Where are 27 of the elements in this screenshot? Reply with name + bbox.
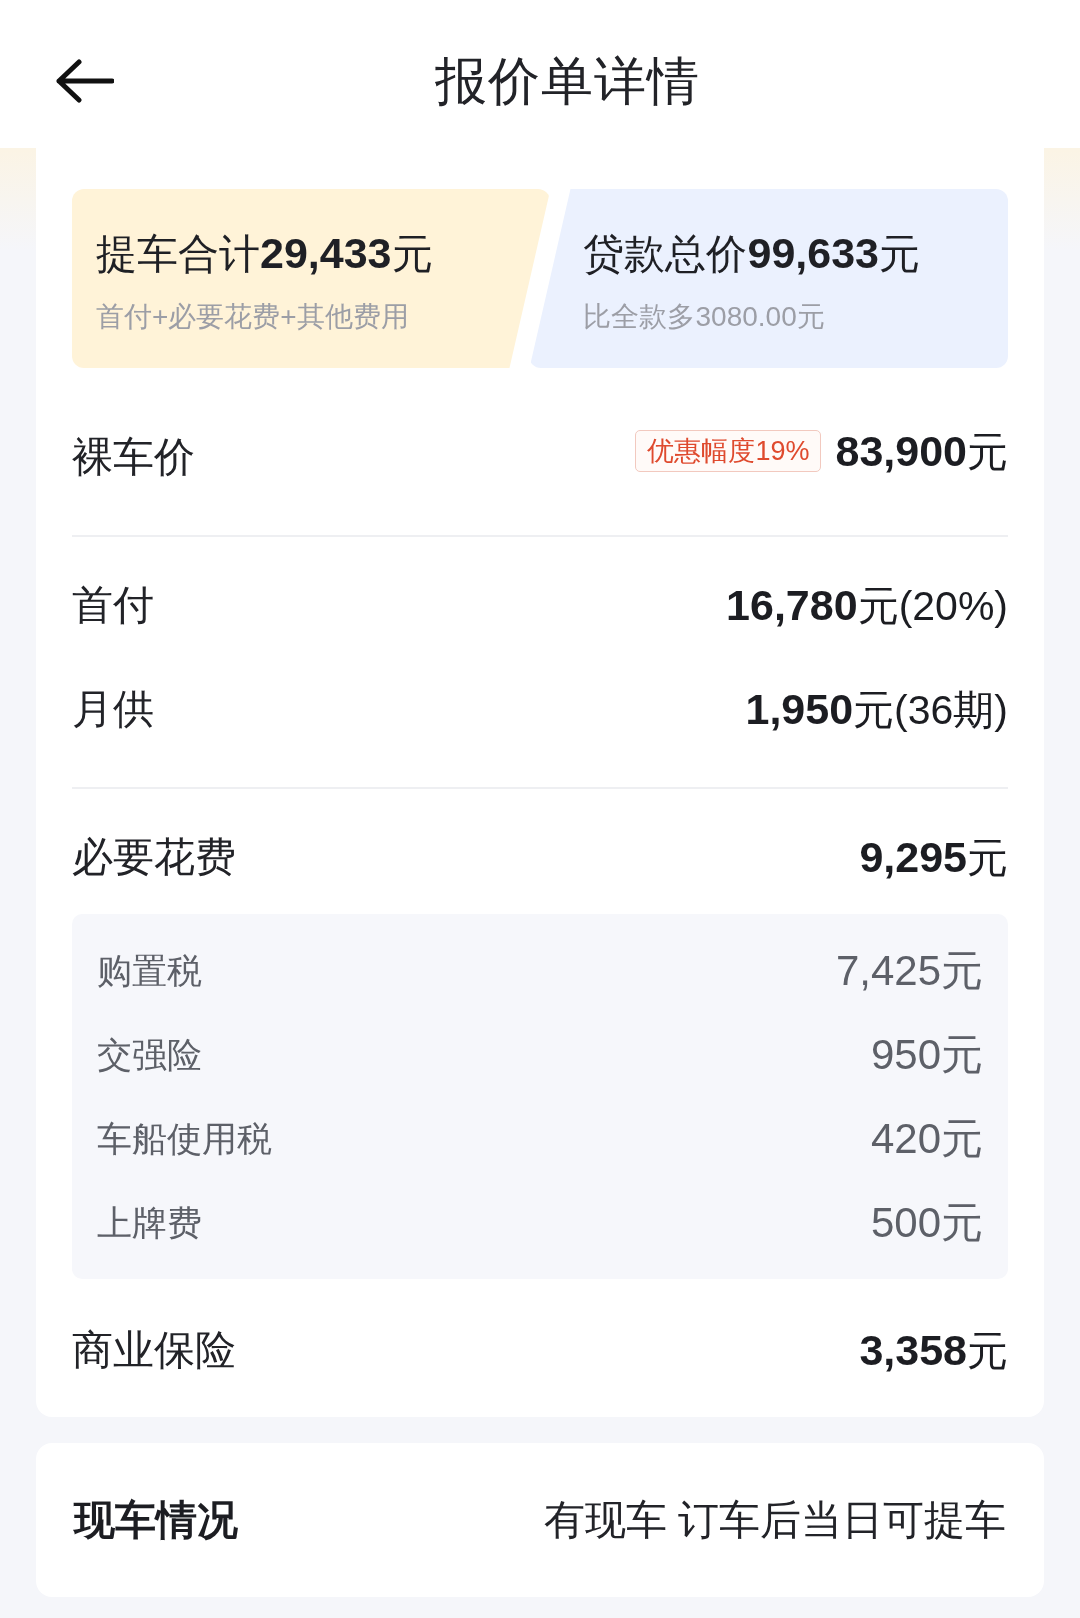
fee-value: 950元 bbox=[870, 1030, 983, 1080]
fee-label: 车船使用税 bbox=[97, 1118, 272, 1160]
row-value: 83,900元 bbox=[835, 425, 1008, 477]
fee-value: 500元 bbox=[870, 1198, 983, 1248]
summary-total: 提车合计29,433元 bbox=[96, 228, 433, 279]
fee-label: 交强险 bbox=[97, 1034, 202, 1076]
summary-total: 贷款总价99,633元 bbox=[583, 228, 920, 279]
fee-value: 420元 bbox=[870, 1114, 983, 1164]
row-value: 16,780元(20%) bbox=[726, 579, 1008, 631]
fee-label: 上牌费 bbox=[97, 1202, 202, 1244]
discount-badge: 优惠幅度19% bbox=[635, 430, 822, 472]
row-label: 商业保险 bbox=[72, 1326, 236, 1375]
row-label: 首付 bbox=[72, 581, 154, 630]
row-value: 9,295元 bbox=[859, 831, 1008, 883]
fee-value: 7,425元 bbox=[835, 946, 983, 996]
row-value: 1,950元(36期) bbox=[745, 683, 1008, 735]
stock-label: 现车情况 bbox=[74, 1496, 238, 1545]
fee-label: 购置税 bbox=[97, 950, 202, 992]
row-label: 必要花费 bbox=[72, 833, 236, 882]
summary-note: 首付+必要花费+其他费用 bbox=[96, 300, 409, 334]
page-title: 报价单详情 bbox=[434, 51, 700, 111]
row-label: 月供 bbox=[72, 685, 154, 734]
back-icon[interactable] bbox=[54, 59, 114, 103]
summary-note: 比全款多3080.00元 bbox=[583, 300, 825, 334]
stock-value: 有现车 订车后当日可提车 bbox=[543, 1496, 1006, 1545]
row-label: 裸车价 bbox=[72, 433, 195, 482]
row-value: 3,358元 bbox=[859, 1324, 1008, 1376]
